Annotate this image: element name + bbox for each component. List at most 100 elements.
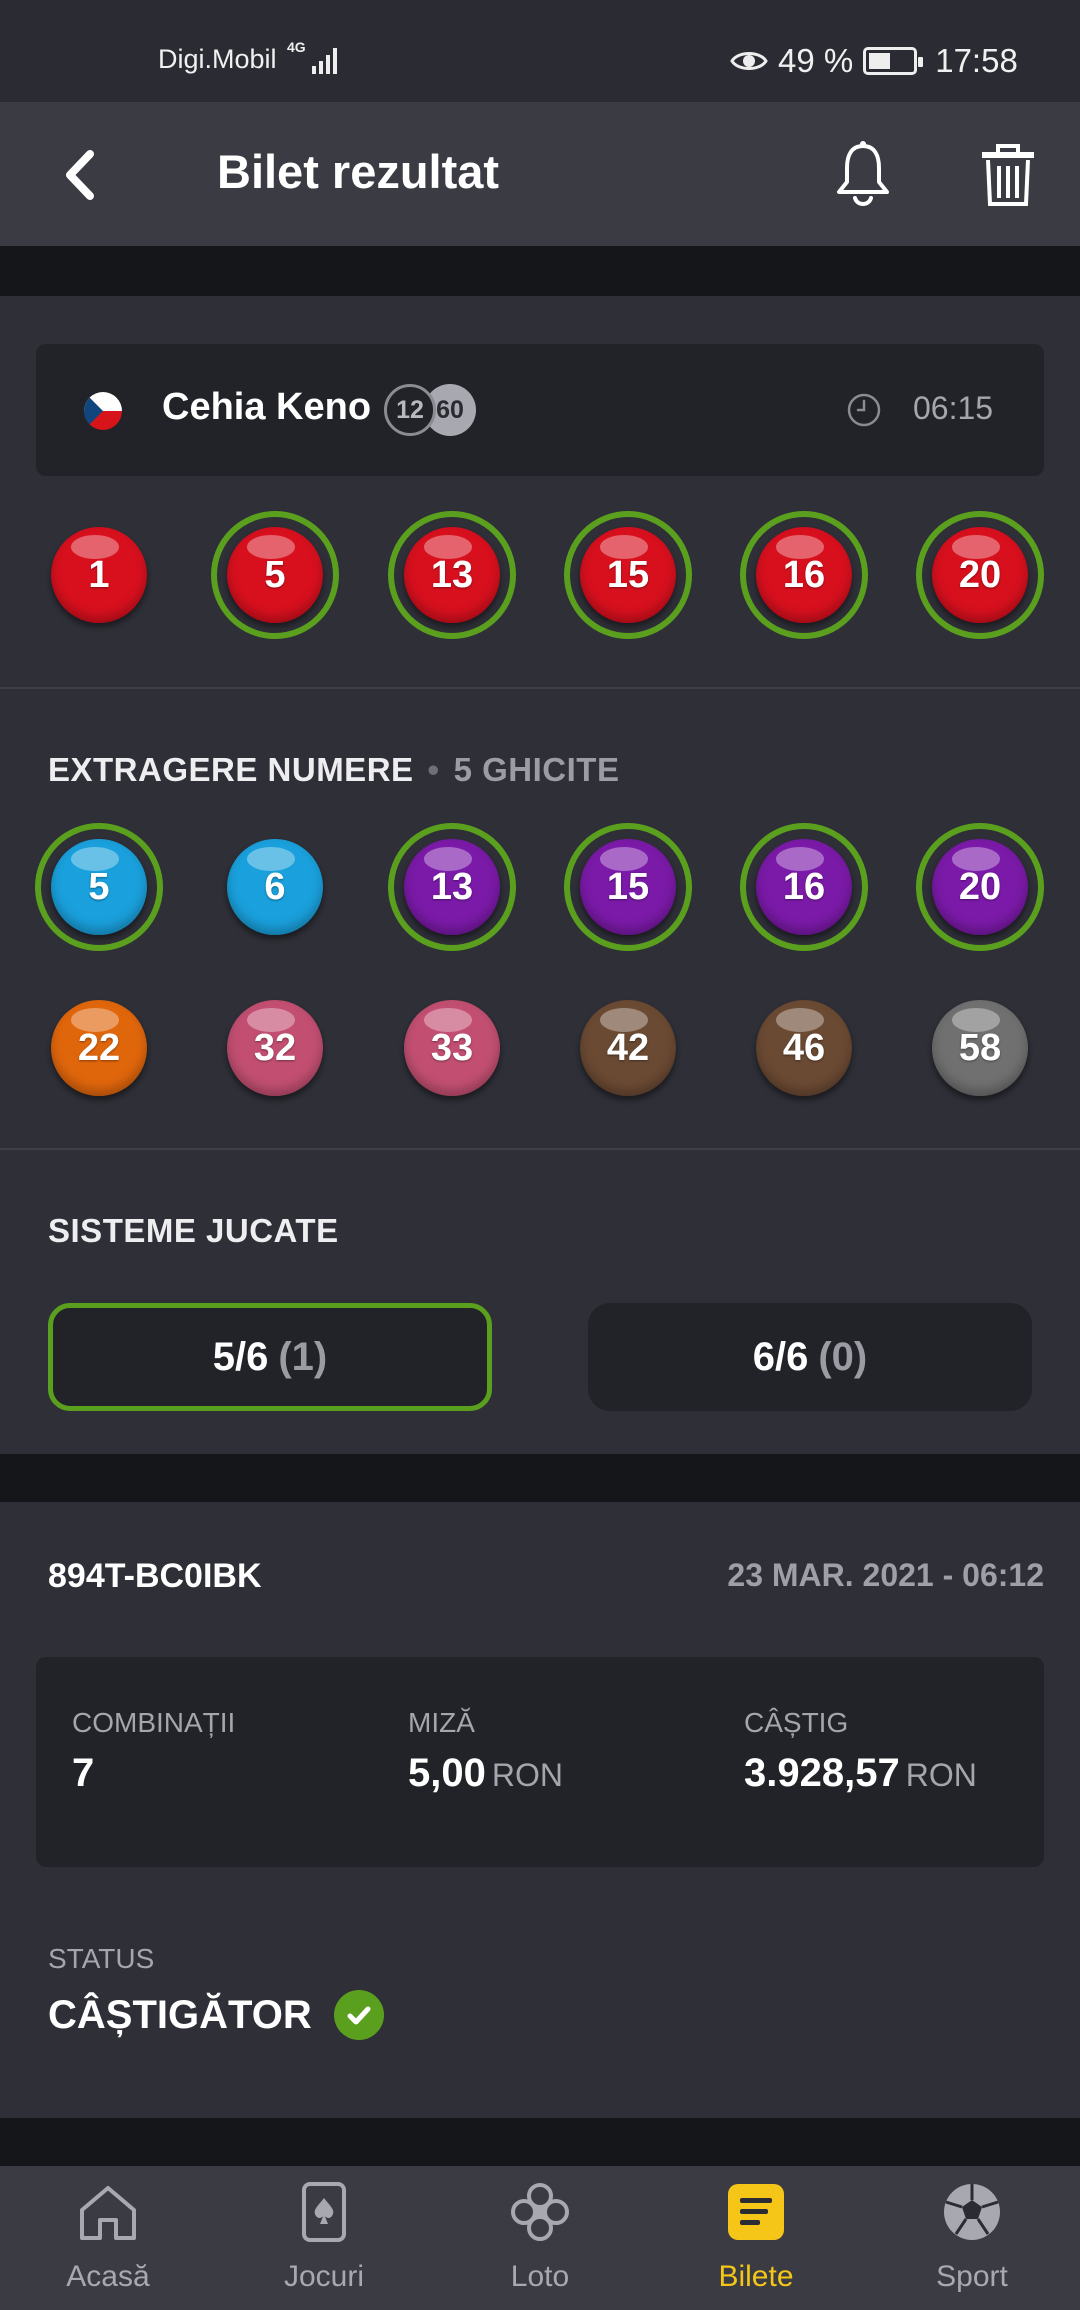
ball-number: 13 — [430, 865, 474, 908]
card-icon — [302, 2182, 346, 2242]
eye-icon — [730, 52, 768, 70]
carrier-name: Digi.Mobil — [158, 44, 277, 74]
ball-face: 1 — [51, 527, 147, 623]
nav-item-loto[interactable]: Loto — [432, 2166, 648, 2310]
ball-face: 46 — [756, 1000, 852, 1096]
nav-item-games[interactable]: Jocuri — [216, 2166, 432, 2310]
picks-badge: 12 — [384, 384, 436, 436]
bell-icon[interactable] — [833, 140, 893, 210]
ball-number: 46 — [782, 1026, 826, 1069]
nav-item-home[interactable]: Acasă — [0, 2166, 216, 2310]
ball-number: 15 — [606, 865, 650, 908]
ball-face: 32 — [227, 1000, 323, 1096]
ball-face: 20 — [932, 527, 1028, 623]
win-value: 3.928,57 — [744, 1751, 900, 1795]
signal-icon — [312, 48, 337, 74]
system-button-5-6[interactable]: 5/6 (1) — [48, 1303, 492, 1411]
combinations-stat: COMBINAȚII 7 — [72, 1707, 235, 1796]
ball-number: 13 — [430, 553, 474, 596]
home-icon — [80, 2186, 136, 2240]
app-bar: Bilet rezultat — [0, 102, 1080, 246]
ball-face: 5 — [227, 527, 323, 623]
draw-heading: EXTRAGERE NUMERE • 5 GHICITE — [48, 751, 619, 789]
number-ball: 13 — [388, 511, 516, 639]
system-count: (0) — [818, 1334, 868, 1379]
combinations-value: 7 — [72, 1751, 95, 1795]
ball-face: 13 — [404, 839, 500, 935]
ball-number: 5 — [264, 553, 286, 596]
ball-face: 22 — [51, 1000, 147, 1096]
ball-face: 33 — [404, 1000, 500, 1096]
ball-number: 16 — [782, 865, 826, 908]
number-ball: 33 — [388, 984, 516, 1112]
spacer — [0, 2118, 1080, 2166]
number-ball: 13 — [388, 823, 516, 951]
game-name: Cehia Keno — [162, 386, 372, 428]
nav-label: Jocuri — [283, 2260, 365, 2293]
draw-time: 06:15 — [913, 390, 994, 426]
nav-item-tickets[interactable]: Bilete — [648, 2166, 864, 2310]
ball-number: 16 — [782, 553, 826, 596]
systems-heading: SISTEME JUCATE — [48, 1212, 339, 1249]
number-ball: 32 — [211, 984, 339, 1112]
divider — [0, 1148, 1080, 1150]
soccer-ball-icon — [944, 2184, 1000, 2240]
stake-label: MIZĂ — [408, 1707, 475, 1738]
win-label: CÂȘTIG — [744, 1707, 849, 1738]
ball-number: 42 — [606, 1026, 650, 1069]
number-ball: 20 — [916, 823, 1044, 951]
number-ball: 6 — [211, 823, 339, 951]
status-bar: Digi.Mobil 4G 49 % 17:58 — [0, 0, 1080, 102]
bottom-nav: Acasă Jocuri Loto Bilete Sport — [0, 2166, 1080, 2310]
system-button-6-6[interactable]: 6/6 (0) — [588, 1303, 1032, 1411]
clock-icon — [847, 393, 881, 427]
ball-face: 15 — [580, 527, 676, 623]
network-type: 4G — [287, 39, 306, 55]
ball-number: 5 — [88, 865, 110, 908]
ticket-date: 23 MAR. 2021 - 06:12 — [727, 1557, 1044, 1593]
draw-heading-label: EXTRAGERE NUMERE — [48, 751, 414, 788]
status-text: CÂȘTIGĂTOR — [48, 1992, 312, 2037]
number-ball: 15 — [564, 511, 692, 639]
stake-stat: MIZĂ 5,00 RON — [408, 1707, 563, 1796]
number-ball: 58 — [916, 984, 1044, 1112]
number-ball: 15 — [564, 823, 692, 951]
game-card: Cehia Keno 12 60 06:15 — [36, 344, 1044, 476]
ticket-id: 894T-BC0IBK — [48, 1557, 262, 1595]
ball-number: 20 — [958, 865, 1002, 908]
spacer — [0, 1454, 1080, 1502]
number-ball: 1 — [35, 511, 163, 639]
ticket-icon — [728, 2184, 784, 2240]
status-value: CÂȘTIGĂTOR — [48, 1990, 384, 2040]
ball-face: 16 — [756, 839, 852, 935]
ball-number: 15 — [606, 553, 650, 596]
battery-icon — [863, 47, 924, 75]
ball-face: 20 — [932, 839, 1028, 935]
back-arrow-icon[interactable] — [58, 148, 108, 202]
ball-number: 20 — [958, 553, 1002, 596]
number-ball: 42 — [564, 984, 692, 1112]
draw-numbers-row-2: 22 32 33 42 46 58 — [0, 983, 1080, 1113]
ball-face: 15 — [580, 839, 676, 935]
spacer — [0, 246, 1080, 296]
stake-value: 5,00 — [408, 1751, 486, 1795]
ball-number: 33 — [430, 1026, 474, 1069]
separator-dot: • — [427, 751, 440, 788]
trash-icon[interactable] — [980, 144, 1036, 206]
ticket-stats-card: COMBINAȚII 7 MIZĂ 5,00 RON CÂȘTIG 3.928,5… — [36, 1657, 1044, 1867]
guessed-count: 5 GHICITE — [453, 751, 620, 788]
ball-face: 42 — [580, 1000, 676, 1096]
ball-number: 1 — [88, 553, 110, 596]
number-ball: 46 — [740, 984, 868, 1112]
number-ball: 16 — [740, 823, 868, 951]
system-label: 6/6 — [752, 1334, 809, 1379]
ball-face: 58 — [932, 1000, 1028, 1096]
number-ball: 22 — [35, 984, 163, 1112]
ball-face: 16 — [756, 527, 852, 623]
number-ball: 20 — [916, 511, 1044, 639]
clock-time: 17:58 — [935, 42, 1018, 79]
ball-face: 5 — [51, 839, 147, 935]
played-numbers-row: 1 5 13 15 16 20 — [0, 510, 1080, 640]
nav-item-sport[interactable]: Sport — [864, 2166, 1080, 2310]
czech-flag-icon — [84, 392, 122, 430]
